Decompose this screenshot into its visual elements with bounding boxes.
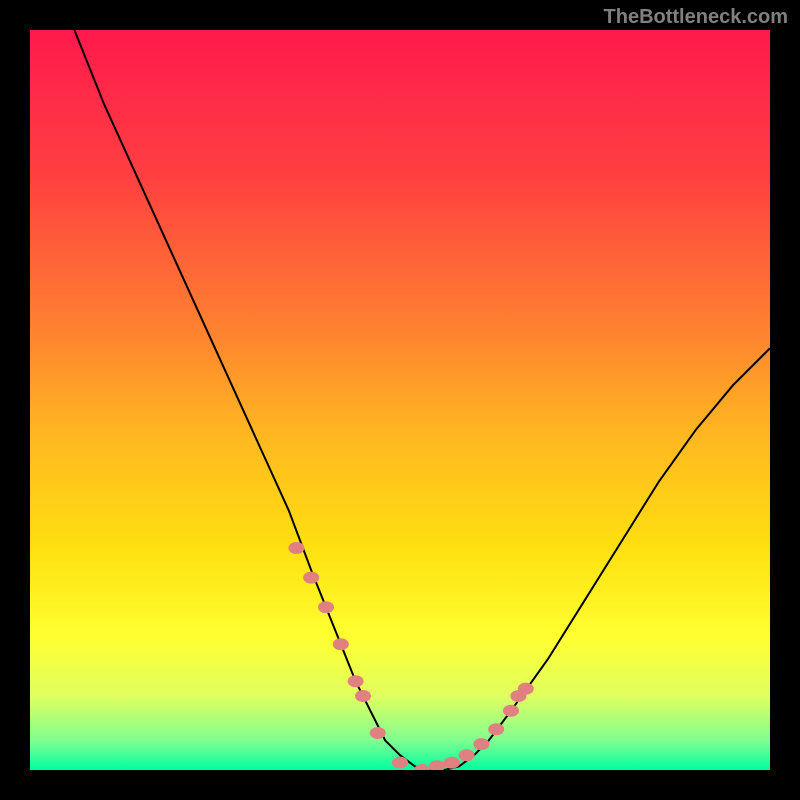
highlight-dot [518,683,534,695]
highlight-dot [392,757,408,769]
highlight-dot [333,638,349,650]
highlight-dot [488,723,504,735]
watermark-text: TheBottleneck.com [604,6,788,29]
highlight-dot [459,749,475,761]
gradient-background [30,30,770,770]
highlight-dot [288,542,304,554]
highlight-dot [503,705,519,717]
highlight-dot [473,738,489,750]
highlight-dot [370,727,386,739]
highlight-dot [444,757,460,769]
highlight-dot [303,572,319,584]
highlight-dot [318,601,334,613]
chart-container: TheBottleneck.com [0,0,800,800]
highlight-dot [355,690,371,702]
highlight-dot [348,675,364,687]
chart-svg [30,30,770,770]
plot-area [30,30,770,770]
